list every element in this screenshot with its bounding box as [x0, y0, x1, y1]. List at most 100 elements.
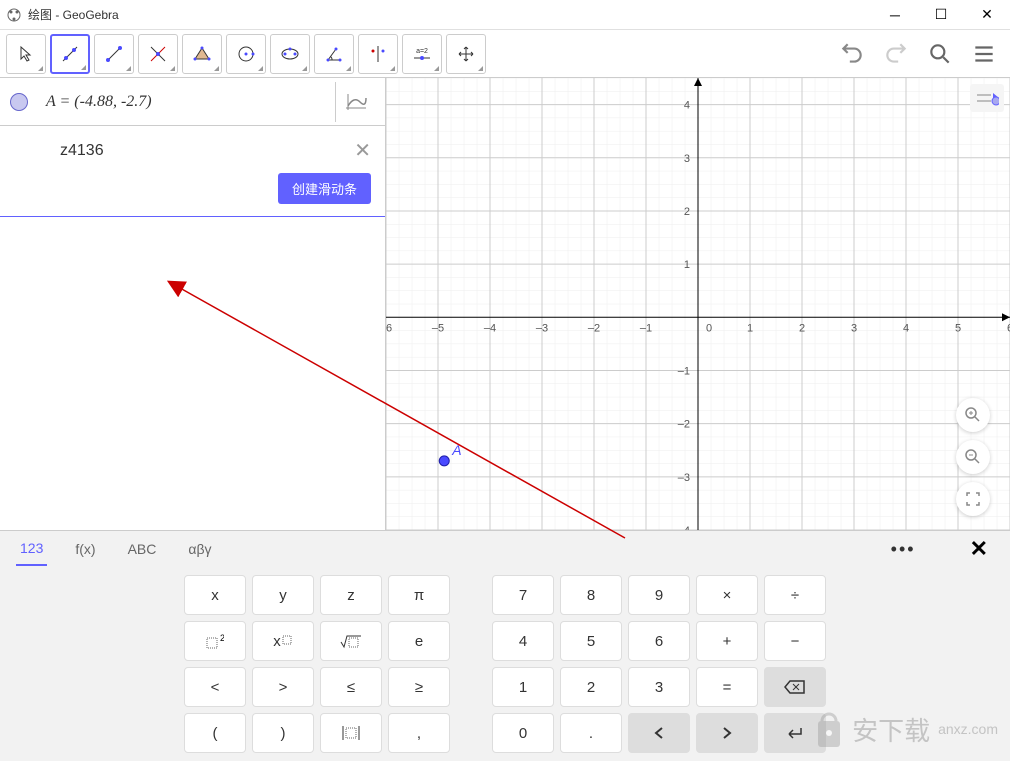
kb-tab-abc[interactable]: ABC: [124, 533, 161, 565]
svg-text:0: 0: [706, 322, 712, 334]
kb-tab-fx[interactable]: f(x): [71, 533, 99, 565]
redo-button[interactable]: [876, 34, 916, 74]
graph-view[interactable]: –6–5–4–3–2–1123456–4–3–2–112340A: [386, 78, 1010, 530]
toolbar: a=2: [0, 30, 1010, 78]
svg-text:–2: –2: [678, 419, 690, 431]
svg-text:A: A: [451, 442, 461, 458]
tool-pointer[interactable]: [6, 34, 46, 74]
minimize-button[interactable]: ─: [872, 0, 918, 30]
tool-circle[interactable]: [226, 34, 266, 74]
key-⌫[interactable]: [764, 667, 826, 707]
tool-perpendicular[interactable]: [138, 34, 178, 74]
key-▫²[interactable]: 2: [184, 621, 246, 661]
key-π[interactable]: π: [388, 575, 450, 615]
key-√▫[interactable]: [320, 621, 382, 661]
fullscreen-button[interactable]: [956, 482, 990, 516]
input-field[interactable]: z4136: [14, 142, 104, 160]
key-y[interactable]: y: [252, 575, 314, 615]
svg-text:5: 5: [955, 322, 961, 334]
tool-ellipse[interactable]: [270, 34, 310, 74]
svg-text:2: 2: [799, 322, 805, 334]
window-title: 绘图 - GeoGebra: [28, 6, 872, 23]
key-z[interactable]: z: [320, 575, 382, 615]
key-xⁿ[interactable]: x: [252, 621, 314, 661]
close-button[interactable]: ✕: [964, 0, 1010, 30]
kb-tab-greek[interactable]: αβγ: [184, 533, 215, 565]
maximize-button[interactable]: ☐: [918, 0, 964, 30]
object-visibility-dot[interactable]: [10, 93, 28, 111]
key-+[interactable]: +: [696, 621, 758, 661]
keyboard-close-button[interactable]: ✕: [970, 536, 988, 562]
key-−[interactable]: −: [764, 621, 826, 661]
undo-button[interactable]: [832, 34, 872, 74]
key-≤[interactable]: ≤: [320, 667, 382, 707]
key-x[interactable]: x: [184, 575, 246, 615]
svg-text:3: 3: [684, 153, 690, 165]
key-4[interactable]: 4: [492, 621, 554, 661]
clear-input-button[interactable]: ✕: [354, 138, 371, 163]
key-×[interactable]: ×: [696, 575, 758, 615]
svg-text:–3: –3: [536, 322, 548, 334]
key-)[interactable]: ): [252, 713, 314, 753]
key-8[interactable]: 8: [560, 575, 622, 615]
search-button[interactable]: [920, 34, 960, 74]
key-6[interactable]: 6: [628, 621, 690, 661]
svg-text:–1: –1: [640, 322, 652, 334]
key-.[interactable]: .: [560, 713, 622, 753]
key-5[interactable]: 5: [560, 621, 622, 661]
algebra-object-row[interactable]: A = (-4.88, -2.7): [0, 78, 385, 126]
tool-move-view[interactable]: [446, 34, 486, 74]
key-↵[interactable]: [764, 713, 826, 753]
zoom-in-button[interactable]: [956, 398, 990, 432]
tool-line[interactable]: [50, 34, 90, 74]
key-|▫|[interactable]: [320, 713, 382, 753]
svg-text:–4: –4: [678, 525, 690, 530]
key->[interactable]: [696, 713, 758, 753]
tool-reflect[interactable]: [358, 34, 398, 74]
key-7[interactable]: 7: [492, 575, 554, 615]
key-≥[interactable]: ≥: [388, 667, 450, 707]
svg-text:4: 4: [903, 322, 909, 334]
svg-text:–4: –4: [484, 322, 496, 334]
key-0[interactable]: 0: [492, 713, 554, 753]
zoom-controls: [956, 398, 990, 516]
key->[interactable]: >: [252, 667, 314, 707]
svg-text:–2: –2: [588, 322, 600, 334]
tool-angle[interactable]: [314, 34, 354, 74]
key-1[interactable]: 1: [492, 667, 554, 707]
app-icon: [6, 7, 22, 23]
toggle-view-button[interactable]: [335, 82, 375, 122]
keyboard-tabs: 123 f(x) ABC αβγ ••• ✕: [0, 531, 1010, 567]
kb-tab-123[interactable]: 123: [16, 532, 47, 566]
tool-segment[interactable]: [94, 34, 134, 74]
key-<[interactable]: <: [184, 667, 246, 707]
main-area: A = (-4.88, -2.7) z4136 ✕ 创建滑动条 –6–5–4–3…: [0, 78, 1010, 530]
key-9[interactable]: 9: [628, 575, 690, 615]
key-<[interactable]: [628, 713, 690, 753]
svg-text:1: 1: [684, 259, 690, 271]
tool-polygon[interactable]: [182, 34, 222, 74]
create-slider-button[interactable]: 创建滑动条: [278, 173, 371, 204]
tool-slider[interactable]: a=2: [402, 34, 442, 74]
key-3[interactable]: 3: [628, 667, 690, 707]
menu-button[interactable]: [964, 34, 1004, 74]
algebra-panel: A = (-4.88, -2.7) z4136 ✕ 创建滑动条: [0, 78, 386, 530]
key-([interactable]: (: [184, 713, 246, 753]
svg-text:–3: –3: [678, 472, 690, 484]
svg-text:a=2: a=2: [416, 48, 428, 55]
graph-settings-button[interactable]: [970, 84, 1004, 112]
titlebar: 绘图 - GeoGebra ─ ☐ ✕: [0, 0, 1010, 30]
key-2[interactable]: 2: [560, 667, 622, 707]
zoom-out-button[interactable]: [956, 440, 990, 474]
coordinate-plane[interactable]: –6–5–4–3–2–1123456–4–3–2–112340A: [386, 78, 1010, 530]
object-label: A = (-4.88, -2.7): [46, 93, 152, 111]
key-÷[interactable]: ÷: [764, 575, 826, 615]
svg-text:1: 1: [747, 322, 753, 334]
key-=[interactable]: =: [696, 667, 758, 707]
virtual-keyboard: 123 f(x) ABC αβγ ••• ✕ xyzπ789×÷2xe456+−…: [0, 530, 1010, 761]
svg-text:–5: –5: [432, 322, 444, 334]
key-e[interactable]: e: [388, 621, 450, 661]
keyboard-more-button[interactable]: •••: [891, 539, 916, 560]
window-controls: ─ ☐ ✕: [872, 0, 1010, 30]
key-,[interactable]: ,: [388, 713, 450, 753]
